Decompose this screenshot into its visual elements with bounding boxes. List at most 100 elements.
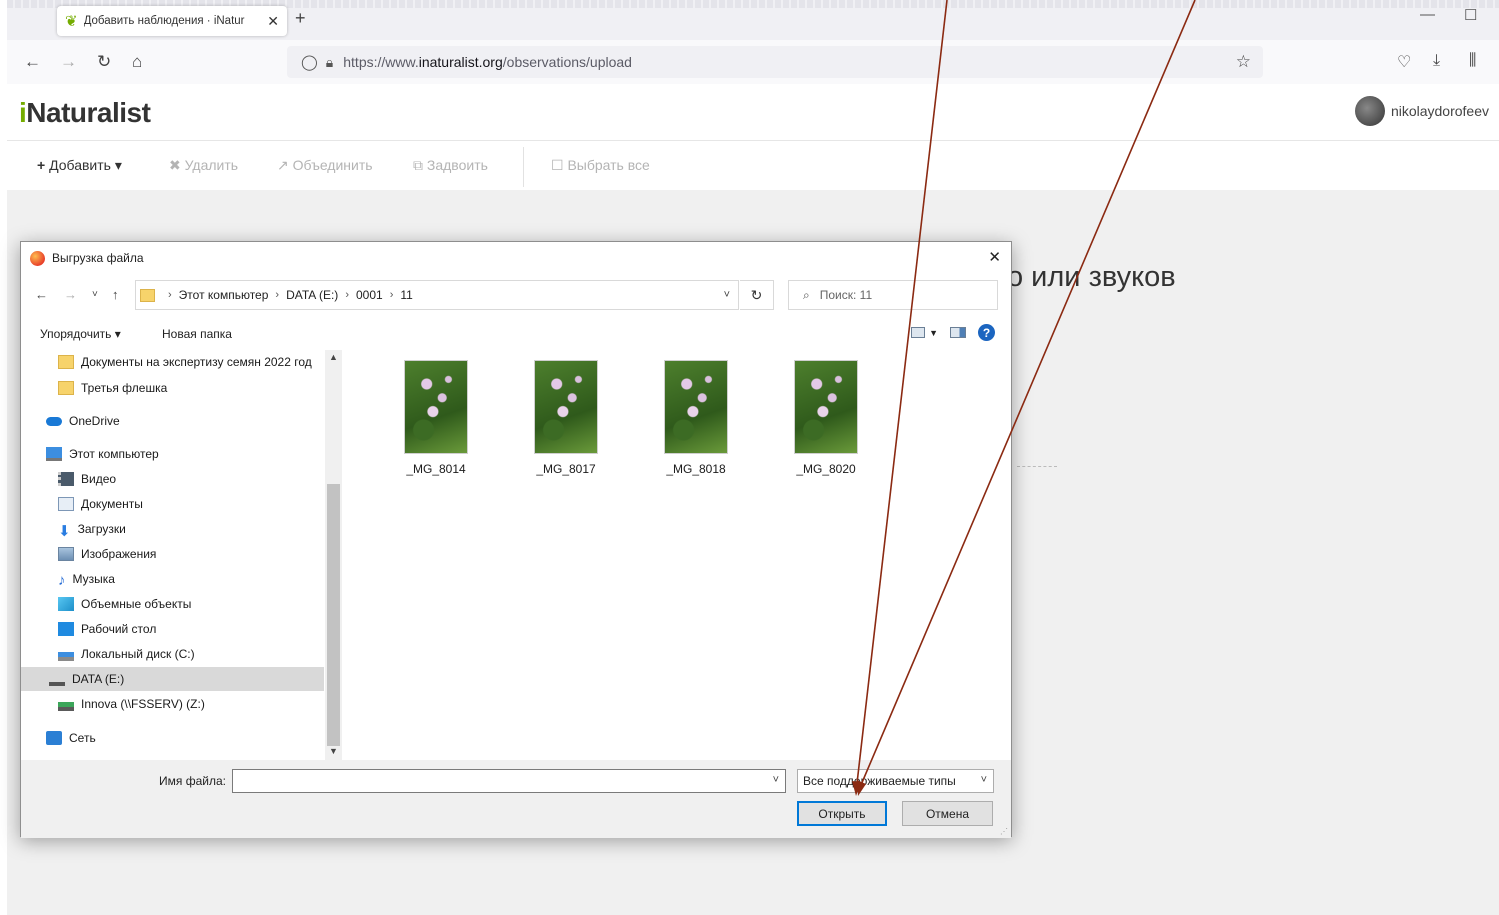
image-thumbnail xyxy=(404,360,468,454)
video-icon xyxy=(58,472,74,486)
dialog-footer: Имя файла: ˅ Все поддерживаемые типы ˅ О… xyxy=(21,760,1011,838)
dialog-title: Выгрузка файла xyxy=(52,251,144,265)
refresh-icon: ↻ xyxy=(750,286,763,303)
nav-item[interactable]: Innova (\\FSSERV) (Z:) xyxy=(58,692,205,716)
chevron-down-icon[interactable]: ▼ xyxy=(929,328,938,338)
recent-chevron-icon[interactable]: ˅ xyxy=(92,289,98,300)
filename-input[interactable]: ˅ xyxy=(232,769,786,793)
user-menu[interactable]: nikolaydorofeev xyxy=(1354,96,1489,126)
search-icon: ⌕ xyxy=(803,287,810,302)
avatar[interactable] xyxy=(1354,96,1385,126)
chevron-down-icon[interactable]: ˅ xyxy=(981,774,987,786)
nav-scrollbar[interactable]: ▲ ▼ xyxy=(325,350,342,760)
pocket-icon[interactable]: ♡ xyxy=(1397,52,1411,72)
organize-button[interactable]: Упорядочить ▾ xyxy=(40,327,121,341)
add-button[interactable]: + Добавить ▾ xyxy=(37,157,122,174)
upload-heading: о или звуков xyxy=(1007,261,1176,293)
file-item[interactable]: _MG_8020 xyxy=(771,360,881,476)
tracking-shield-icon[interactable]: ◯ xyxy=(301,53,318,71)
browser-tab[interactable]: ❦ Добавить наблюдения · iNatur ✕ xyxy=(57,6,287,36)
firefox-icon xyxy=(30,250,45,266)
command-bar: Упорядочить ▾ Новая папка ▼ ? xyxy=(21,320,1011,348)
filename-label: Имя файла: xyxy=(159,774,226,788)
home-icon[interactable]: ⌂ xyxy=(132,52,142,72)
dialog-titlebar: Выгрузка файла ✕ xyxy=(21,242,1011,274)
desktop-icon xyxy=(58,622,74,636)
folder-icon xyxy=(140,288,155,302)
network-icon xyxy=(46,731,62,745)
nav-item[interactable]: Документы на экспертизу семян 2022 год xyxy=(58,350,312,374)
duplicate-icon: ⧉ xyxy=(413,157,423,173)
nav-item[interactable]: Третья флешка xyxy=(58,376,167,400)
scroll-down-icon[interactable]: ▼ xyxy=(329,746,338,756)
select-all-checkbox[interactable]: ☐ Выбрать все xyxy=(551,157,650,174)
tab-close-icon[interactable]: ✕ xyxy=(267,13,279,30)
minimize-icon[interactable]: — xyxy=(1420,6,1435,23)
url-text[interactable]: https://www.inaturalist.org/observations… xyxy=(343,54,632,70)
breadcrumb-item[interactable]: Этот компьютер xyxy=(179,288,269,302)
scroll-up-icon[interactable]: ▲ xyxy=(329,352,338,362)
nav-item[interactable]: Документы xyxy=(58,492,143,516)
documents-icon xyxy=(58,497,74,511)
tab-title: Добавить наблюдения · iNatur xyxy=(83,15,245,27)
maximize-icon[interactable]: ☐ xyxy=(1464,6,1477,24)
url-bar[interactable]: ◯ 🔒︎ https://www.inaturalist.org/observa… xyxy=(287,46,1263,78)
nav-item[interactable]: ⬇ Загрузки xyxy=(58,517,126,541)
duplicate-button[interactable]: ⧉ Задвоить xyxy=(413,157,488,174)
file-upload-dialog: Выгрузка файла ✕ ← → ˅ ↑ › Этот компьюте… xyxy=(20,241,1012,838)
downloads-icon[interactable]: ⤓ xyxy=(1433,52,1440,70)
nav-item-selected[interactable]: DATA (E:) xyxy=(21,667,324,691)
dashed-divider xyxy=(1017,466,1057,467)
new-folder-button[interactable]: Новая папка xyxy=(162,327,232,341)
cancel-button[interactable]: Отмена xyxy=(902,801,993,826)
computer-icon xyxy=(46,447,62,461)
forward-icon[interactable]: → xyxy=(60,52,77,72)
search-placeholder: Поиск: 11 xyxy=(819,288,873,302)
new-tab-button[interactable]: + xyxy=(295,8,306,29)
breadcrumb-item[interactable]: 0001 xyxy=(356,288,383,302)
up-icon[interactable]: ↑ xyxy=(112,287,119,302)
preview-pane-icon[interactable] xyxy=(950,327,966,338)
dialog-close-icon[interactable]: ✕ xyxy=(988,248,1001,266)
breadcrumb-item[interactable]: DATA (E:) xyxy=(286,288,338,302)
forward-icon[interactable]: → xyxy=(64,287,77,302)
chevron-down-icon[interactable]: ˅ xyxy=(773,774,779,786)
file-item[interactable]: _MG_8018 xyxy=(641,360,751,476)
reload-icon[interactable]: ↻ xyxy=(97,52,111,72)
scrollbar-thumb[interactable] xyxy=(327,484,340,746)
nav-item[interactable]: Локальный диск (C:) xyxy=(58,642,195,666)
file-item[interactable]: _MG_8017 xyxy=(511,360,621,476)
chevron-down-icon[interactable]: ˅ xyxy=(724,289,730,301)
nav-item[interactable]: ♪ Музыка xyxy=(58,567,115,591)
nav-item[interactable]: OneDrive xyxy=(46,409,120,433)
nav-item[interactable]: Этот компьютер xyxy=(46,442,159,466)
inaturalist-logo[interactable]: iNaturalist xyxy=(19,97,151,129)
cloud-icon xyxy=(46,416,62,426)
nav-item[interactable]: Изображения xyxy=(58,542,156,566)
lock-icon[interactable]: 🔒︎ xyxy=(326,54,333,71)
image-thumbnail xyxy=(534,360,598,454)
nav-item[interactable]: Рабочий стол xyxy=(58,617,156,641)
folder-icon xyxy=(58,355,74,369)
tab-bar: ❦ Добавить наблюдения · iNatur ✕ + — ☐ xyxy=(7,0,1499,40)
open-button[interactable]: Открыть xyxy=(797,801,887,826)
library-icon[interactable]: ⫼ xyxy=(1469,52,1476,70)
help-icon[interactable]: ? xyxy=(978,324,995,341)
filetype-select[interactable]: Все поддерживаемые типы ˅ xyxy=(797,769,994,793)
refresh-button[interactable]: ↻ xyxy=(740,280,774,310)
back-icon[interactable]: ← xyxy=(24,52,41,72)
resize-grip-icon[interactable]: ⋰ xyxy=(1000,827,1008,836)
file-item[interactable]: _MG_8014 xyxy=(381,360,491,476)
nav-item[interactable]: Объемные объекты xyxy=(58,592,191,616)
delete-button[interactable]: ✖ Удалить xyxy=(169,157,238,174)
breadcrumb[interactable]: › Этот компьютер › DATA (E:) › 0001 › 11… xyxy=(135,280,739,310)
merge-button[interactable]: ↗ Объединить xyxy=(277,157,373,174)
username[interactable]: nikolaydorofeev xyxy=(1391,103,1489,119)
bookmark-star-icon[interactable]: ☆ xyxy=(1236,52,1251,72)
nav-item[interactable]: Видео xyxy=(58,467,116,491)
breadcrumb-item[interactable]: 11 xyxy=(400,288,412,302)
back-icon[interactable]: ← xyxy=(35,287,48,302)
nav-item[interactable]: Сеть xyxy=(46,726,96,750)
view-options-icon[interactable] xyxy=(911,327,926,338)
search-input[interactable]: ⌕ Поиск: 11 xyxy=(788,280,998,310)
